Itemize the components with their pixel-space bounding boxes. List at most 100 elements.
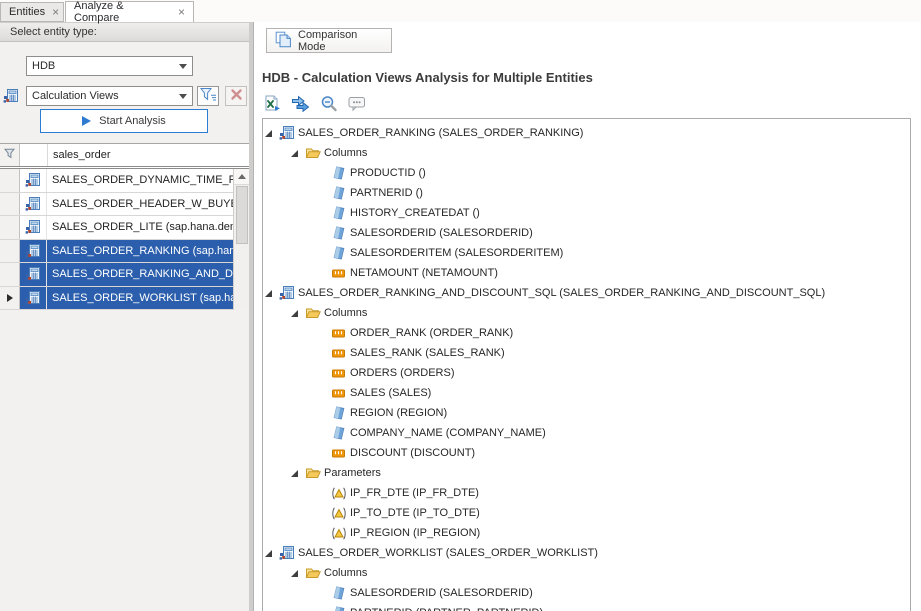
expand-arrow-icon[interactable] [265,130,278,137]
input-parameter-icon [330,507,347,520]
comparison-mode-button[interactable]: Comparison Mode [266,28,392,53]
clear-x-icon [230,88,243,104]
expand-arrow-icon[interactable] [265,290,278,297]
measure-icon [330,389,347,398]
row-indicator-cell [0,169,20,192]
tree-node-label: SALES_ORDER_WORKLIST (SALES_ORDER_WORKLI… [298,547,598,559]
list-item[interactable]: SALES_ORDER_WORKLIST (sap.hana [0,287,233,311]
expand-nodes-button[interactable] [290,95,311,115]
start-analysis-button[interactable]: Start Analysis [40,109,208,133]
analysis-tree: SALES_ORDER_RANKING (SALES_ORDER_RANKING… [262,118,911,611]
tab-entities[interactable]: Entities × [0,2,64,22]
clear-filter-button[interactable] [225,86,247,106]
entity-selection-panel: Select entity type: HDB Calculation View… [0,22,249,611]
tree-node[interactable]: SALESORDERID (SALESORDERID) [263,223,910,243]
tree-node[interactable]: Columns [263,563,910,583]
tree-node[interactable]: NETAMOUNT (NETAMOUNT) [263,263,910,283]
close-icon[interactable]: × [178,7,185,17]
tree-node[interactable]: SALESORDERID (SALESORDERID) [263,583,910,603]
scrollbar-thumb[interactable] [236,186,248,244]
tree-node-label: COMPANY_NAME (COMPANY_NAME) [350,427,546,439]
arrow-up-icon [238,174,246,179]
entity-type-dropdown[interactable]: HDB [26,56,193,76]
filter-row-indicator [0,144,20,166]
tree-node[interactable]: Parameters [263,463,910,483]
zoom-out-icon [320,95,338,116]
scroll-up-button[interactable] [234,169,249,185]
tree-node-label: NETAMOUNT (NETAMOUNT) [350,267,498,279]
tree-node-label: SALESORDERID (SALESORDERID) [350,227,533,239]
measure-icon [330,329,347,338]
play-icon [82,116,91,126]
tree-node[interactable]: REGION (REGION) [263,403,910,423]
grid-filter-input[interactable]: sales_order [53,144,110,166]
tree-node-label: SALES_ORDER_RANKING_AND_DISCOUNT_SQL (SA… [298,287,825,299]
entity-name-label: SALES_ORDER_WORKLIST (sap.hana [47,287,233,310]
current-row-arrow-icon [7,294,13,302]
column-separator [47,144,48,166]
tree-node[interactable]: SALES_ORDER_WORKLIST (SALES_ORDER_WORKLI… [263,543,910,563]
comments-button[interactable] [346,95,367,115]
funnel-icon [4,148,15,162]
tree-node[interactable]: SALES (SALES) [263,383,910,403]
folder-icon [304,306,321,320]
tab-analyze-compare-label: Analyze & Compare [74,0,171,24]
tree-node-label: IP_REGION (IP_REGION) [350,527,480,539]
attribute-icon [330,406,347,420]
tree-node[interactable]: DISCOUNT (DISCOUNT) [263,443,910,463]
expand-arrow-icon[interactable] [291,470,304,477]
tree-node[interactable]: IP_REGION (IP_REGION) [263,523,910,543]
expand-arrow-icon[interactable] [291,570,304,577]
calculation-view-icon [20,169,47,192]
calculation-view-icon [278,285,295,301]
vertical-scrollbar[interactable] [233,169,249,310]
row-indicator-cell [0,216,20,239]
folder-icon [304,146,321,160]
tree-node-label: SALES_ORDER_RANKING (SALES_ORDER_RANKING… [298,127,583,139]
row-indicator-cell [0,287,20,310]
tree-node[interactable]: SALES_ORDER_RANKING_AND_DISCOUNT_SQL (SA… [263,283,910,303]
expand-arrow-icon[interactable] [265,550,278,557]
tree-node[interactable]: SALES_RANK (SALES_RANK) [263,343,910,363]
tree-node[interactable]: COMPANY_NAME (COMPANY_NAME) [263,423,910,443]
tree-node[interactable]: PRODUCTID () [263,163,910,183]
list-item[interactable]: SALES_ORDER_DYNAMIC_TIME_PER [0,169,233,193]
row-indicator-cell [0,263,20,286]
tree-node[interactable]: Columns [263,303,910,323]
tree-node-label: HISTORY_CREATEDAT () [350,207,480,219]
zoom-out-button[interactable] [318,95,339,115]
tree-node[interactable]: ORDERS (ORDERS) [263,363,910,383]
tree-node[interactable]: PARTNERID () [263,183,910,203]
entity-grid: sales_order SALES_ORDER_DYNAMIC_TIME_PER… [0,143,249,310]
tree-node[interactable]: Columns [263,143,910,163]
measure-icon [330,449,347,458]
tab-analyze-compare[interactable]: Analyze & Compare × [65,1,194,22]
calculation-view-icon [278,125,295,141]
tree-node[interactable]: ORDER_RANK (ORDER_RANK) [263,323,910,343]
export-to-excel-button[interactable] [262,95,283,115]
tree-node[interactable]: HISTORY_CREATEDAT () [263,203,910,223]
list-item[interactable]: SALES_ORDER_RANKING (sap.hana. [0,240,233,264]
tree-node-label: Columns [324,567,367,579]
close-icon[interactable]: × [52,7,59,17]
calculation-view-icon [20,287,47,310]
expand-nodes-icon [291,95,310,115]
calculation-view-icon [20,216,47,239]
view-type-dropdown[interactable]: Calculation Views [26,86,193,106]
list-item[interactable]: SALES_ORDER_RANKING_AND_DISC [0,263,233,287]
list-item[interactable]: SALES_ORDER_HEADER_W_BUYER ( [0,193,233,217]
grid-filter-row[interactable]: sales_order [0,144,249,166]
list-item[interactable]: SALES_ORDER_LITE (sap.hana.demo [0,216,233,240]
start-analysis-label: Start Analysis [99,115,166,127]
expand-arrow-icon[interactable] [291,310,304,317]
tree-node[interactable]: IP_TO_DTE (IP_TO_DTE) [263,503,910,523]
calculation-view-icon [20,193,47,216]
tree-node[interactable]: SALESORDERITEM (SALESORDERITEM) [263,243,910,263]
comments-icon [348,96,366,115]
expand-arrow-icon[interactable] [291,150,304,157]
tree-node[interactable]: SALES_ORDER_RANKING (SALES_ORDER_RANKING… [263,123,910,143]
filter-button[interactable] [197,86,219,106]
tree-node[interactable]: IP_FR_DTE (IP_FR_DTE) [263,483,910,503]
tree-node[interactable]: PARTNERID (PARTNER_PARTNERID) [263,603,910,611]
analysis-panel: Comparison Mode HDB - Calculation Views … [254,22,921,611]
